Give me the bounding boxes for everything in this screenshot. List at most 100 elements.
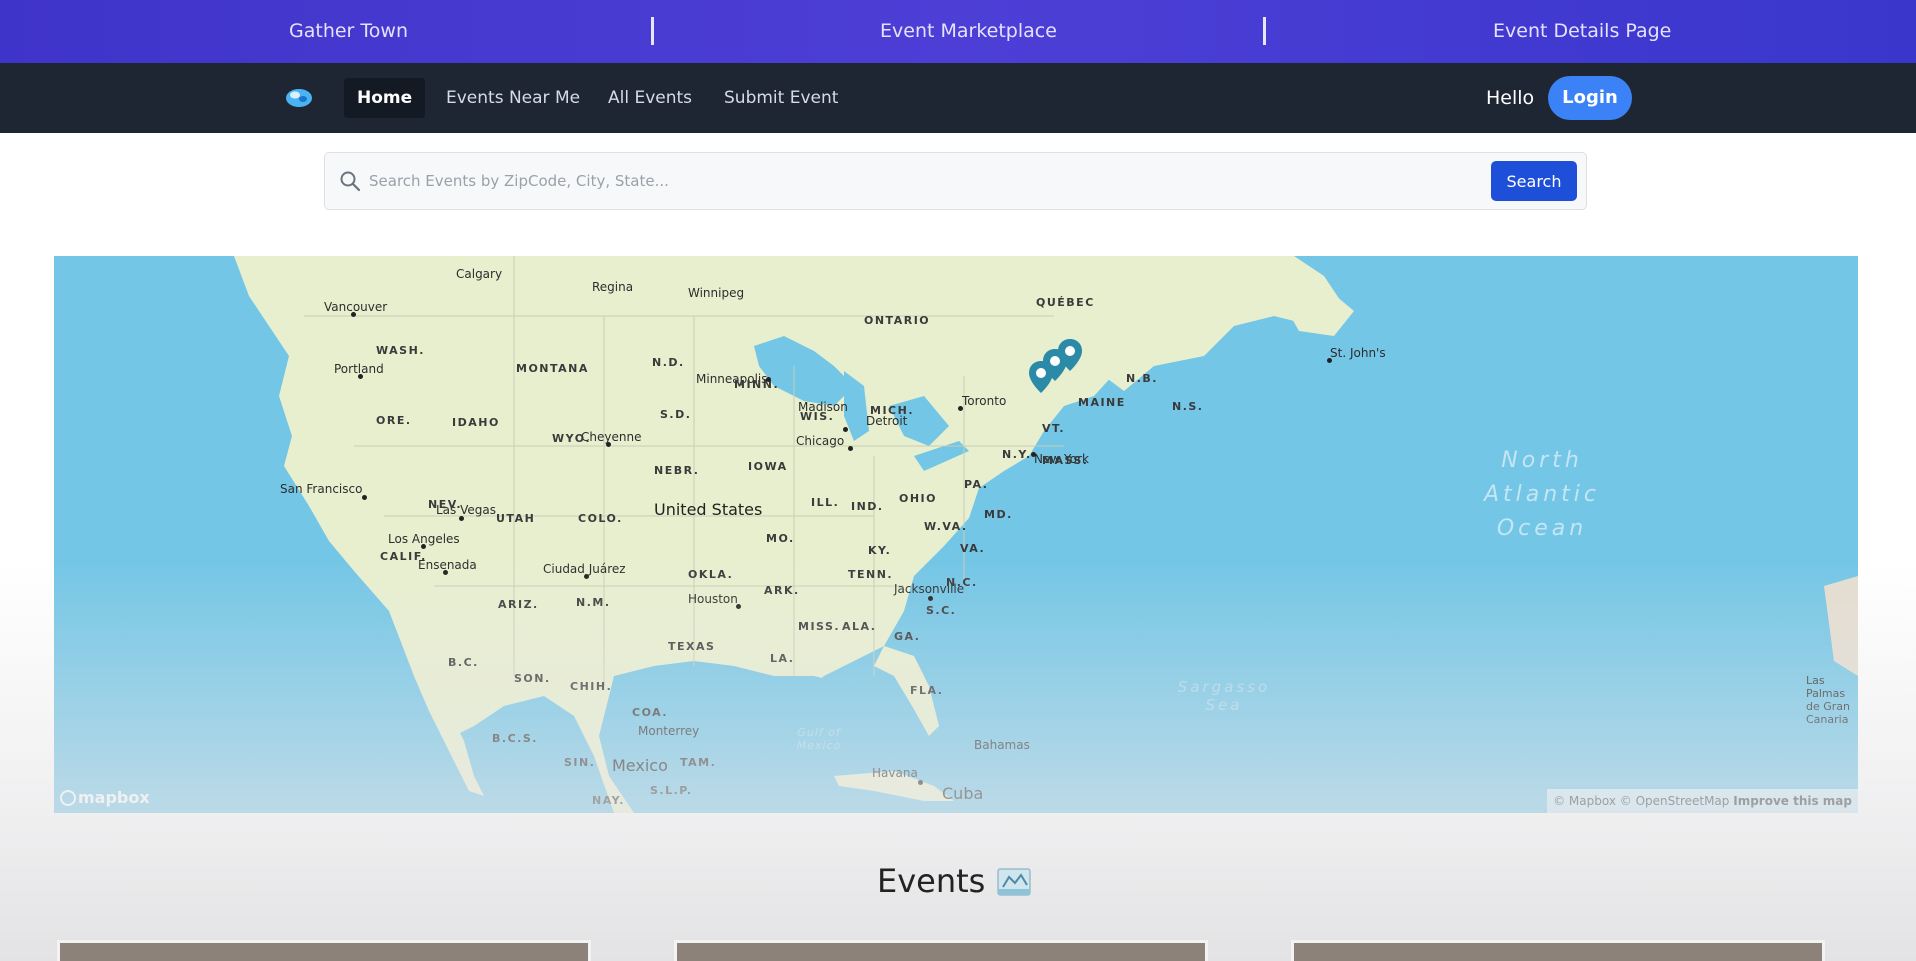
map-label-state: B.C.	[448, 656, 479, 669]
map-label-state: COLO.	[578, 512, 623, 525]
navbar: Home Events Near Me All Events Submit Ev…	[0, 63, 1916, 133]
search-bar: Search	[324, 152, 1587, 210]
map-icon	[997, 868, 1031, 896]
search-icon	[340, 171, 361, 192]
map-label-state: MONTANA	[516, 362, 589, 375]
map-label-city: Calgary	[456, 267, 503, 281]
map-label-state: WYO.	[552, 432, 591, 445]
map-label-state: CALIF.	[380, 550, 427, 563]
event-marker-icon[interactable]	[1028, 360, 1054, 394]
map-label-state: TEXAS	[668, 640, 716, 653]
map-label-state: QUÉBEC	[1036, 296, 1095, 309]
events-heading: Events	[877, 862, 986, 900]
map-label-state: S.D.	[660, 408, 692, 421]
greeting-text: Hello	[1486, 87, 1535, 109]
map-label-state: NAY.	[592, 794, 625, 807]
map-label-state: ARIZ.	[498, 598, 539, 611]
map-label-state: ARK.	[764, 584, 800, 597]
map-label-country: Cuba	[942, 784, 984, 803]
city-dot	[958, 406, 963, 411]
city-dot	[766, 377, 771, 382]
map-label-city: Bahamas	[974, 738, 1030, 752]
map-label-state: IOWA	[748, 460, 788, 473]
map-label-state: GA.	[894, 630, 921, 643]
map-label-state: N.C.	[946, 576, 978, 589]
events-map[interactable]: Calgary Regina Winnipeg Vancouver Portla…	[54, 256, 1858, 813]
city-dot	[918, 780, 923, 785]
improve-map-link[interactable]: Improve this map	[1733, 794, 1852, 808]
map-label-state: MO.	[766, 532, 795, 545]
banner-item-gather-town: Gather Town	[289, 20, 408, 42]
city-dot	[606, 442, 611, 447]
event-card[interactable]	[57, 940, 591, 961]
site-logo-icon[interactable]	[284, 85, 314, 109]
map-attribution: © Mapbox © OpenStreetMap Improve this ma…	[1547, 789, 1858, 813]
map-label-state: TENN.	[848, 568, 894, 581]
map-label-city: Toronto	[962, 394, 1007, 408]
city-dot	[358, 374, 363, 379]
map-label-state: OHIO	[899, 492, 938, 505]
city-dot	[584, 574, 589, 579]
map-label-city: San Francisco	[280, 482, 363, 496]
nav-all-events[interactable]: All Events	[595, 78, 705, 118]
city-dot	[928, 596, 933, 601]
map-label-state: MASS.	[1042, 454, 1089, 467]
map-label-state: VT.	[1042, 422, 1066, 435]
banner-divider	[1263, 17, 1266, 45]
map-label-state: S.L.P.	[650, 784, 693, 797]
login-button[interactable]: Login	[1548, 76, 1632, 120]
map-label-city: Regina	[592, 280, 634, 294]
banner-divider	[651, 17, 654, 45]
map-label-state: IDAHO	[452, 416, 500, 429]
city-dot	[843, 427, 848, 432]
map-label-state: ALA.	[842, 620, 877, 633]
event-card[interactable]	[674, 940, 1208, 961]
map-label-state: N.D.	[652, 356, 685, 369]
map-label-state: NEV.	[428, 498, 462, 511]
mapbox-logo-icon	[60, 790, 76, 806]
map-label-city: Havana	[872, 766, 918, 780]
city-dot	[848, 446, 853, 451]
map-label-state: IND.	[851, 500, 884, 513]
map-label-state: TAM.	[680, 756, 717, 769]
city-dot	[421, 544, 426, 549]
map-label-state: NEBR.	[654, 464, 700, 477]
city-dot	[736, 604, 741, 609]
map-label-state: OKLA.	[688, 568, 734, 581]
city-dot	[443, 570, 448, 575]
map-label-state: MINN.	[734, 378, 780, 391]
map-label-state: B.C.S.	[492, 732, 538, 745]
map-label-state: CHIH.	[570, 680, 613, 693]
city-dot	[351, 312, 356, 317]
map-label-city: Las Palmas de Gran Canaria	[1806, 674, 1851, 726]
map-label-country: United States	[654, 500, 763, 519]
city-dot	[362, 495, 367, 500]
mapbox-logo[interactable]: mapbox	[60, 788, 150, 807]
map-label-state: ILL.	[811, 496, 840, 509]
map-label-state: SON.	[514, 672, 551, 685]
map-label-city: Monterrey	[638, 724, 700, 738]
nav-submit-event[interactable]: Submit Event	[711, 78, 851, 118]
event-card[interactable]	[1291, 940, 1825, 961]
map-label-ocean: Gulf of Mexico	[796, 726, 842, 752]
land-newfoundland	[1279, 286, 1354, 336]
search-input[interactable]	[369, 163, 1489, 199]
city-dot	[1327, 358, 1332, 363]
map-label-city: St. John's	[1330, 346, 1386, 360]
map-label-state: N.S.	[1172, 400, 1204, 413]
map-label-state: WIS.	[800, 410, 835, 423]
map-label-state: SIN.	[564, 756, 596, 769]
city-dot	[459, 516, 464, 521]
search-button[interactable]: Search	[1491, 161, 1577, 201]
top-banner: Gather Town Event Marketplace Event Deta…	[0, 0, 1916, 63]
nav-home[interactable]: Home	[344, 78, 426, 118]
map-label-state: N.B.	[1126, 372, 1158, 385]
map-label-state: N.M.	[576, 596, 611, 609]
map-label-state: KY.	[868, 544, 892, 557]
map-label-city: Vancouver	[324, 300, 388, 314]
map-label-state: MD.	[984, 508, 1013, 521]
attribution-text[interactable]: © Mapbox © OpenStreetMap	[1553, 794, 1729, 808]
map-label-state: UTAH	[496, 512, 536, 525]
nav-events-near-me[interactable]: Events Near Me	[433, 78, 593, 118]
map-label-state: MICH.	[870, 404, 914, 417]
